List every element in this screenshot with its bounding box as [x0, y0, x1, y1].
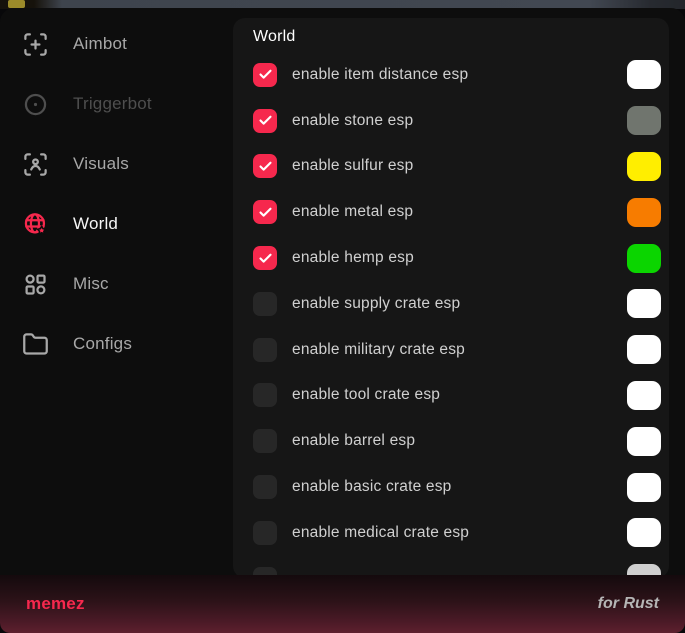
option-row: enable medical crate esp	[253, 510, 661, 556]
checkbox[interactable]	[253, 246, 277, 270]
color-swatch[interactable]	[627, 106, 661, 135]
footer-bar: memez for Rust	[0, 575, 685, 633]
checkbox[interactable]	[253, 475, 277, 499]
game-background-fragment	[8, 0, 25, 8]
option-label: enable sulfur esp	[292, 157, 627, 175]
option-label: enable item distance esp	[292, 66, 627, 84]
option-label: enable metal esp	[292, 203, 627, 221]
option-row: enable basic crate esp	[253, 464, 661, 510]
shapes-grid-icon	[22, 271, 49, 298]
option-label: enable barrel esp	[292, 432, 627, 450]
folder-icon	[22, 331, 49, 358]
scan-person-icon	[22, 151, 49, 178]
sidebar-item-aimbot[interactable]: Aimbot	[0, 14, 233, 74]
checkmark-icon	[258, 205, 273, 220]
checkbox[interactable]	[253, 200, 277, 224]
option-label: enable stone esp	[292, 112, 627, 130]
option-label: enable hemp esp	[292, 249, 627, 267]
option-row: enable supply crate esp	[253, 281, 661, 327]
sidebar-item-label: Misc	[73, 274, 109, 294]
cheat-menu-window: Aimbot Triggerbot Visuals World Misc Con…	[0, 8, 685, 633]
option-label: enable tool crate esp	[292, 386, 627, 404]
world-panel: World enable item distance esp enable st…	[233, 18, 669, 578]
color-swatch[interactable]	[627, 381, 661, 410]
option-label: enable basic crate esp	[292, 478, 627, 496]
checkbox[interactable]	[253, 338, 277, 362]
checkmark-icon	[258, 113, 273, 128]
sidebar-item-misc[interactable]: Misc	[0, 254, 233, 314]
target-icon	[22, 91, 49, 118]
color-swatch[interactable]	[627, 244, 661, 273]
option-list: enable item distance esp enable stone es…	[253, 52, 661, 578]
color-swatch[interactable]	[627, 473, 661, 502]
color-swatch[interactable]	[627, 152, 661, 181]
sidebar-item-world[interactable]: World	[0, 194, 233, 254]
option-label: enable military crate esp	[292, 341, 627, 359]
checkmark-icon	[258, 67, 273, 82]
sidebar-item-visuals[interactable]: Visuals	[0, 134, 233, 194]
brand-label: memez	[26, 594, 85, 614]
option-row: enable hemp esp	[253, 235, 661, 281]
option-row: enable barrel esp	[253, 418, 661, 464]
sidebar-item-configs[interactable]: Configs	[0, 314, 233, 374]
sidebar-item-label: Visuals	[73, 154, 129, 174]
tagline-label: for Rust	[598, 595, 659, 613]
checkbox[interactable]	[253, 154, 277, 178]
color-swatch[interactable]	[627, 289, 661, 318]
color-swatch[interactable]	[627, 427, 661, 456]
panel-title: World	[253, 26, 661, 48]
color-swatch[interactable]	[627, 335, 661, 364]
option-row: enable sulfur esp	[253, 144, 661, 190]
option-row: enable metal esp	[253, 189, 661, 235]
sidebar-item-label: Configs	[73, 334, 132, 354]
color-swatch[interactable]	[627, 198, 661, 227]
sidebar-item-triggerbot[interactable]: Triggerbot	[0, 74, 233, 134]
crosshair-scan-icon	[22, 31, 49, 58]
option-row: enable item distance esp	[253, 52, 661, 98]
checkbox[interactable]	[253, 521, 277, 545]
option-row: enable military crate esp	[253, 327, 661, 373]
color-swatch[interactable]	[627, 60, 661, 89]
option-row: enable tool crate esp	[253, 373, 661, 419]
color-swatch[interactable]	[627, 518, 661, 547]
option-label: enable medical crate esp	[292, 524, 627, 542]
option-row: enable stone esp	[253, 98, 661, 144]
sidebar-item-label: World	[73, 214, 118, 234]
sidebar-item-label: Aimbot	[73, 34, 127, 54]
checkmark-icon	[258, 251, 273, 266]
checkbox[interactable]	[253, 63, 277, 87]
sidebar: Aimbot Triggerbot Visuals World Misc Con…	[0, 8, 233, 374]
checkbox[interactable]	[253, 109, 277, 133]
checkbox[interactable]	[253, 429, 277, 453]
checkbox[interactable]	[253, 383, 277, 407]
option-label: enable supply crate esp	[292, 295, 627, 313]
checkmark-icon	[258, 159, 273, 174]
checkbox[interactable]	[253, 292, 277, 316]
globe-icon	[22, 211, 49, 238]
sidebar-item-label: Triggerbot	[73, 94, 152, 114]
